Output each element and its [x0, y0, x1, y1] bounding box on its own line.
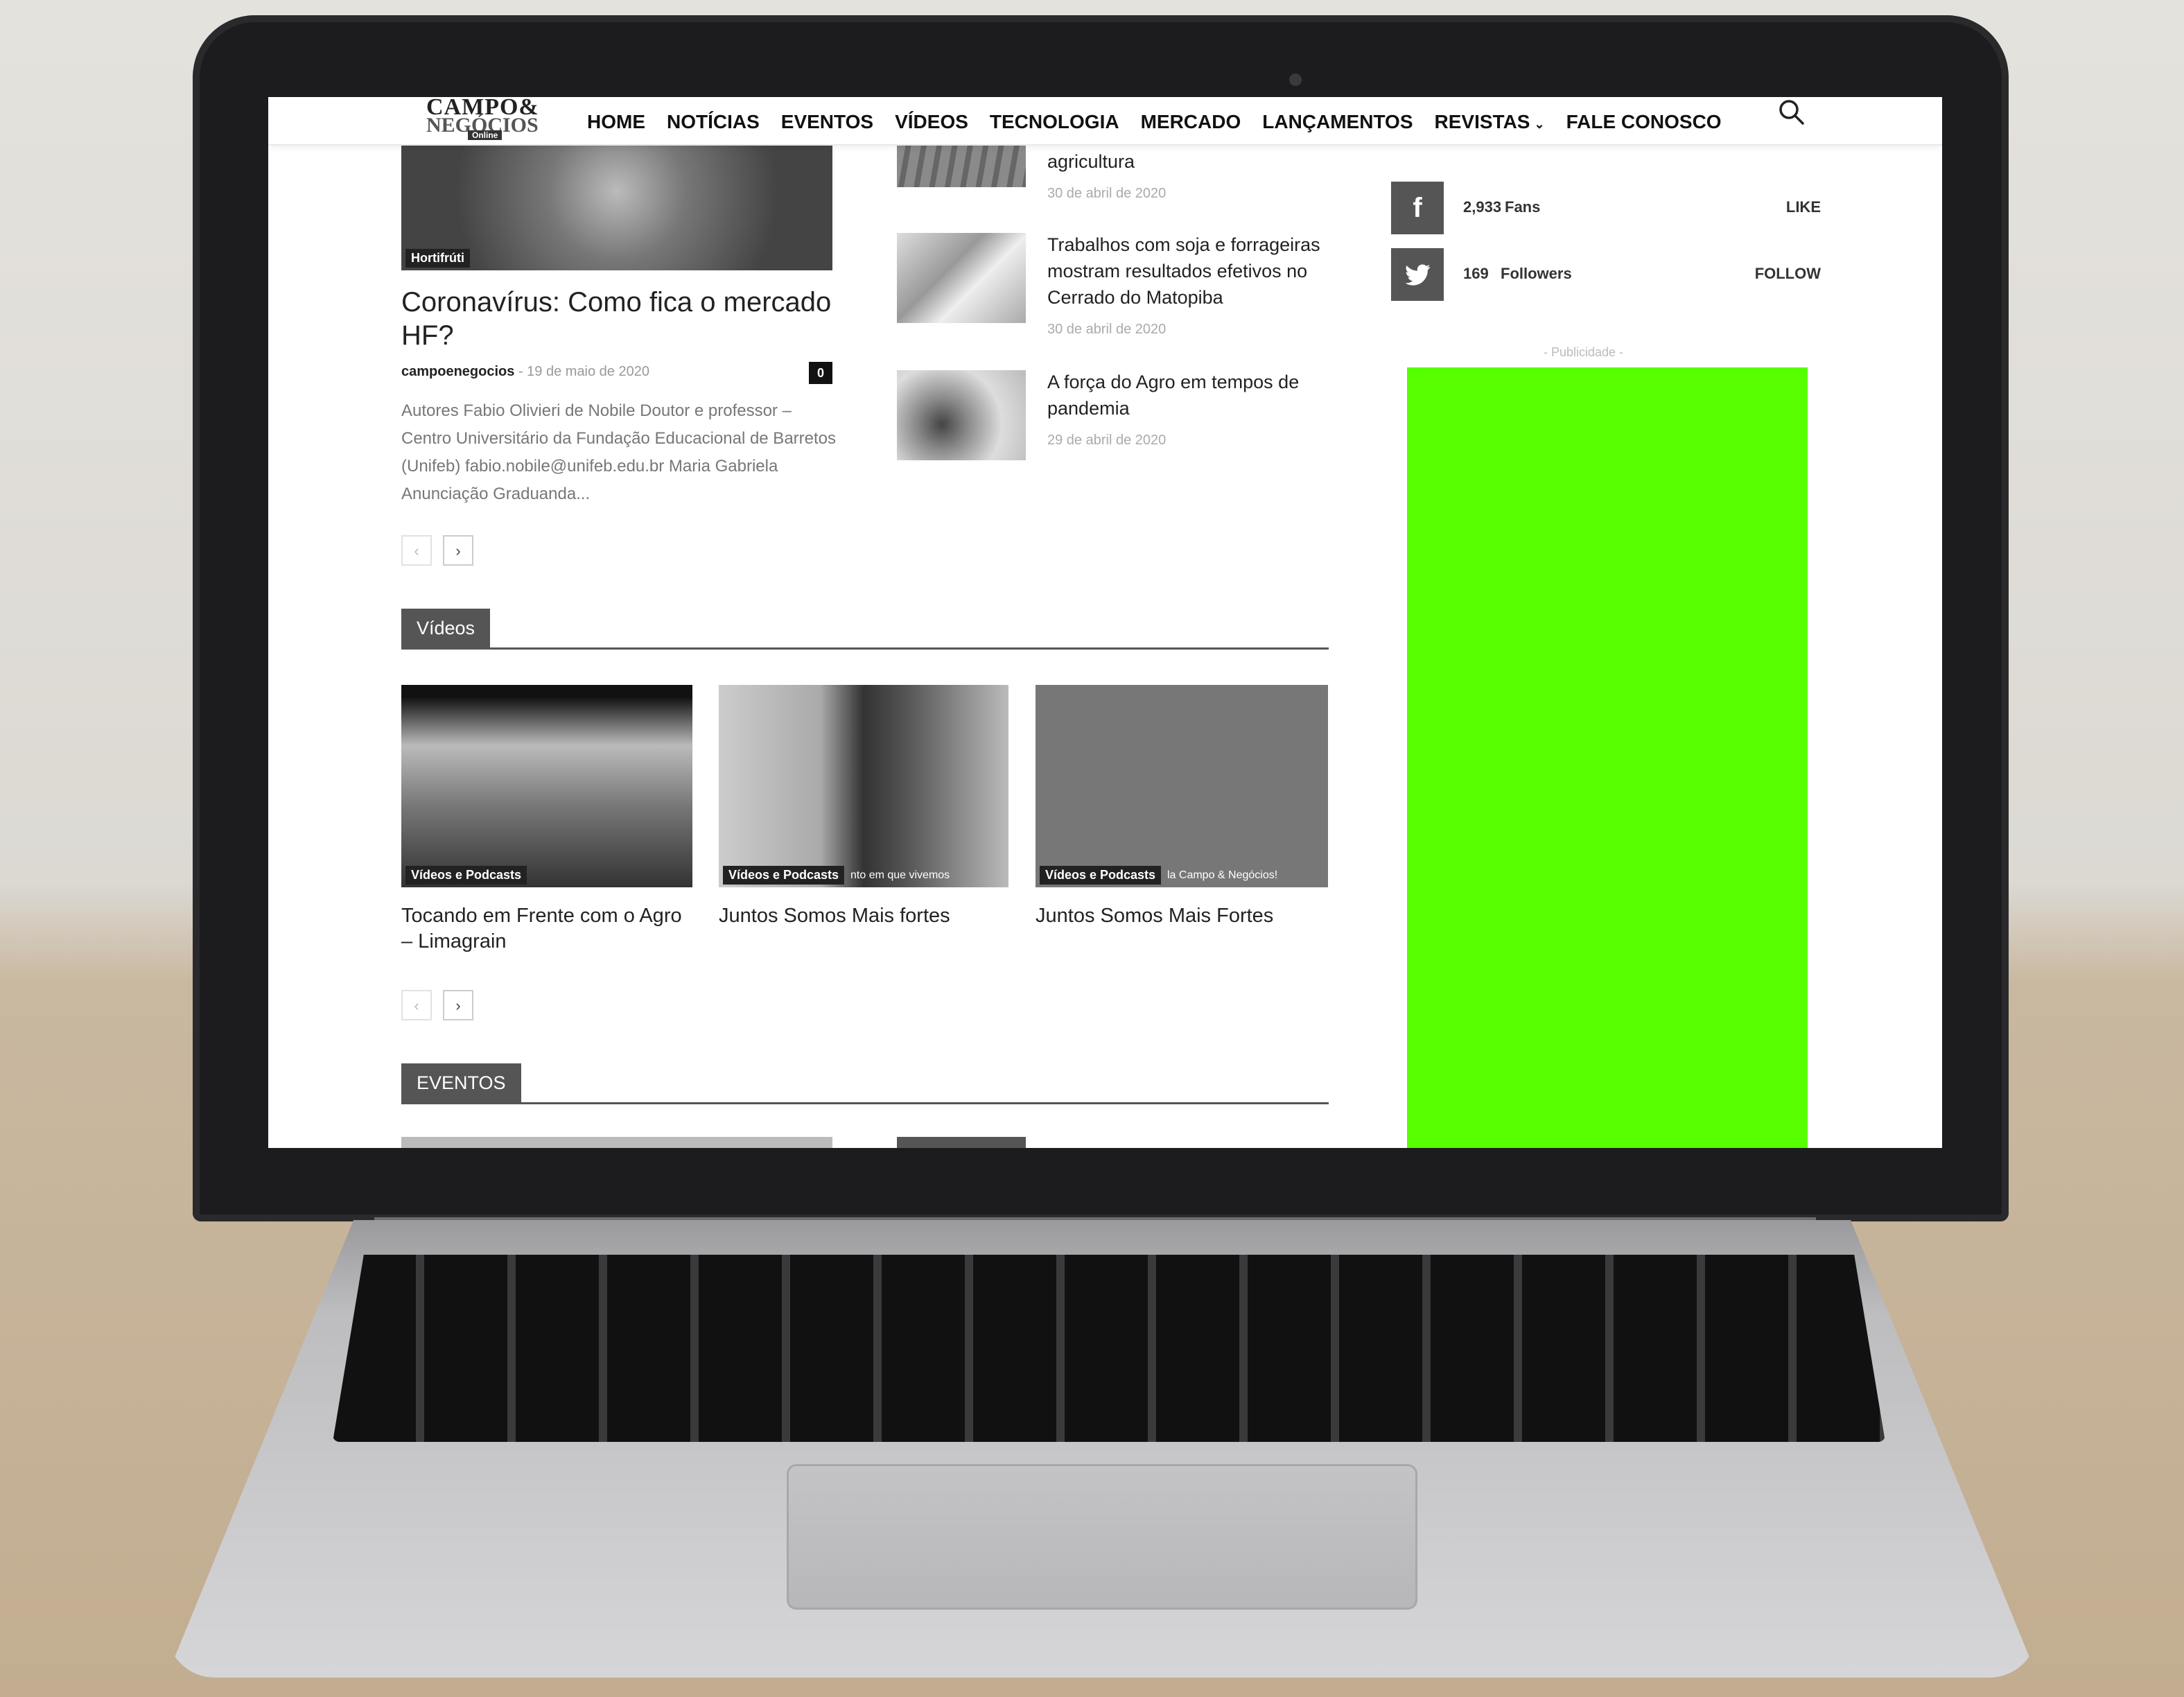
event-image-2[interactable]: [897, 1137, 1026, 1148]
site-logo[interactable]: CAMPO& NEGÓCIOS Online: [426, 97, 551, 140]
video-thumbnail-2[interactable]: Vídeos e Podcasts nto em que vivemos: [719, 685, 1008, 887]
side-article-image-1[interactable]: [897, 139, 1026, 187]
video-overlay-text-2: nto em que vivemos: [850, 869, 950, 881]
page-content: Hortifrúti Coronavírus: Como fica o merc…: [268, 97, 1942, 1148]
facebook-row: f 2,933 Fans LIKE: [1391, 182, 1821, 234]
nav-revistas-label: REVISTAS: [1434, 111, 1530, 132]
trackpad: [787, 1464, 1417, 1610]
nav-revistas[interactable]: REVISTAS ⌄: [1435, 111, 1545, 133]
webcam: [1289, 73, 1302, 86]
lead-article-title[interactable]: Coronavírus: Como fica o mercado HF?: [401, 286, 838, 352]
nav-fale-conosco[interactable]: FALE CONOSCO: [1566, 111, 1722, 133]
facebook-fans-label: Fans: [1505, 198, 1541, 216]
nav-mercado[interactable]: MERCADO: [1141, 111, 1241, 133]
lead-article-image[interactable]: Hortifrúti: [401, 139, 832, 270]
video-thumbnail-3[interactable]: Vídeos e Podcasts la Campo & Negócios!: [1036, 685, 1328, 887]
keyboard: [333, 1255, 1885, 1442]
nav-eventos[interactable]: EVENTOS: [781, 111, 873, 133]
nav-lancamentos[interactable]: LANÇAMENTOS: [1262, 111, 1413, 133]
search-icon[interactable]: [1776, 97, 1807, 128]
side-article-title-1[interactable]: agricultura: [1047, 148, 1338, 175]
twitter-follow-button[interactable]: FOLLOW: [1755, 265, 1821, 283]
lead-article-tag[interactable]: Hortifrúti: [405, 249, 470, 268]
twitter-icon[interactable]: [1391, 248, 1444, 301]
lead-article-excerpt: Autores Fabio Olivieri de Nobile Doutor …: [401, 401, 837, 503]
nav-videos[interactable]: VÍDEOS: [895, 111, 968, 133]
article-date: 19 de maio de 2020: [527, 364, 649, 379]
main-nav: HOME NOTÍCIAS EVENTOS VÍDEOS TECNOLOGIA …: [587, 111, 1743, 133]
advertising-label: - Publicidade -: [1544, 345, 1624, 359]
event-image-1[interactable]: [401, 1137, 832, 1148]
side-article-date-2: 30 de abril de 2020: [1047, 322, 1167, 337]
twitter-follower-count: 169: [1463, 265, 1489, 282]
video-tag-2[interactable]: Vídeos e Podcasts: [723, 866, 845, 885]
video-overlay-text-3: la Campo & Negócios!: [1167, 869, 1278, 881]
videos-next-button[interactable]: ›: [443, 990, 473, 1020]
video-tag-1[interactable]: Vídeos e Podcasts: [405, 866, 527, 885]
videos-section-label[interactable]: Vídeos: [401, 609, 491, 647]
facebook-like-button[interactable]: LIKE: [1786, 198, 1821, 216]
nav-home[interactable]: HOME: [587, 111, 645, 133]
videos-section-header: Vídeos: [401, 609, 1329, 650]
video-title-3[interactable]: Juntos Somos Mais Fortes: [1036, 903, 1327, 929]
side-article-date-3: 29 de abril de 2020: [1047, 433, 1167, 448]
prev-page-button[interactable]: ‹: [401, 535, 432, 566]
side-article-image-2[interactable]: [897, 233, 1026, 323]
video-title-2[interactable]: Juntos Somos Mais fortes: [719, 903, 1010, 929]
advertisement-banner[interactable]: [1407, 367, 1808, 1148]
next-page-button[interactable]: ›: [443, 535, 473, 566]
facebook-fan-count: 2,933: [1463, 198, 1502, 216]
logo-line-3: Online: [468, 130, 503, 140]
top-navbar: CAMPO& NEGÓCIOS Online HOME NOTÍCIAS EVE…: [268, 97, 1942, 146]
side-article-image-3[interactable]: [897, 370, 1026, 460]
nav-noticias[interactable]: NOTÍCIAS: [667, 111, 760, 133]
videos-prev-button[interactable]: ‹: [401, 990, 432, 1020]
facebook-icon[interactable]: f: [1391, 182, 1444, 234]
events-section-label[interactable]: EVENTOS: [401, 1063, 521, 1102]
browser-screen: Hortifrúti Coronavírus: Como fica o merc…: [268, 97, 1942, 1148]
side-article-date-1: 30 de abril de 2020: [1047, 186, 1167, 201]
chevron-down-icon: ⌄: [1534, 117, 1545, 131]
nav-tecnologia[interactable]: TECNOLOGIA: [990, 111, 1119, 133]
twitter-followers-label: Followers: [1501, 265, 1572, 282]
side-article-title-2[interactable]: Trabalhos com soja e forrageiras mostram…: [1047, 232, 1338, 311]
video-tag-3[interactable]: Vídeos e Podcasts: [1040, 866, 1162, 885]
events-section-header: EVENTOS: [401, 1063, 1329, 1104]
video-thumbnail-1[interactable]: Vídeos e Podcasts: [401, 685, 692, 887]
author-link[interactable]: campoenegocios: [401, 364, 514, 379]
twitter-row: 169 Followers FOLLOW: [1391, 248, 1821, 301]
meta-separator: -: [518, 364, 527, 379]
comment-count-badge[interactable]: 0: [809, 362, 832, 384]
side-article-title-3[interactable]: A força do Agro em tempos de pandemia: [1047, 369, 1338, 421]
video-title-1[interactable]: Tocando em Frente com o Agro – Limagrain: [401, 903, 692, 955]
lead-article-meta: campoenegocios - 19 de maio de 2020: [401, 364, 649, 380]
